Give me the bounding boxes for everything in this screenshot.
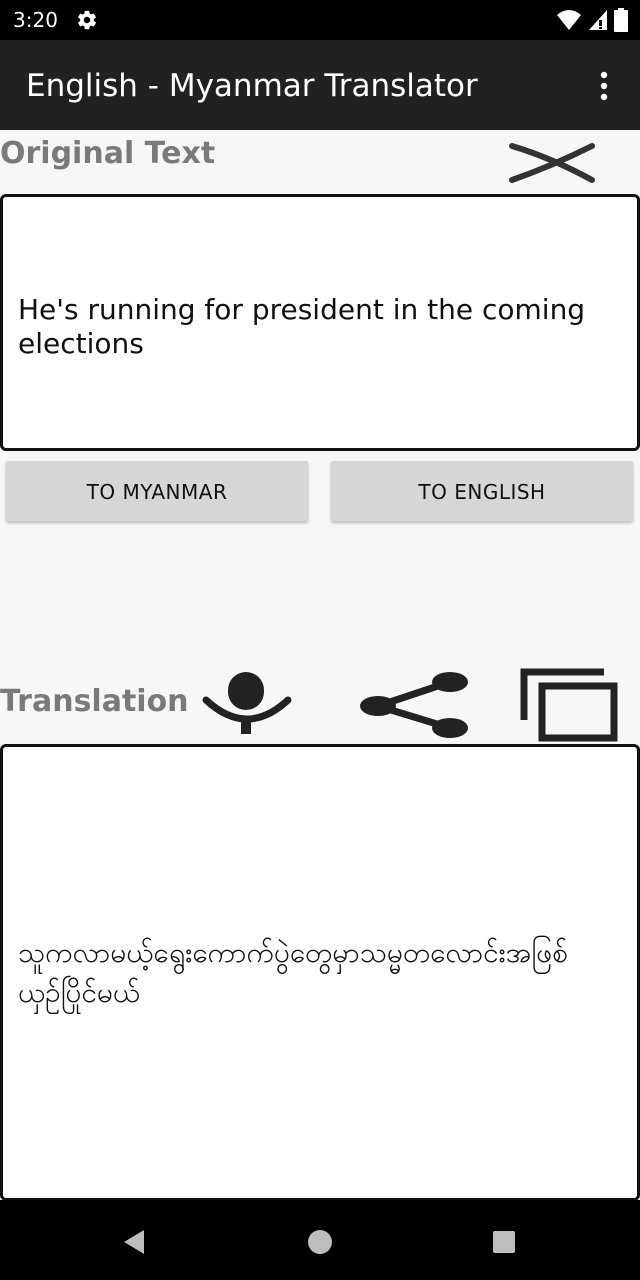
recents-icon[interactable] <box>490 1228 518 1256</box>
status-time: 3:20 <box>13 8 58 32</box>
back-icon[interactable] <box>120 1228 148 1256</box>
to-myanmar-button[interactable]: TO MYANMAR <box>6 461 308 521</box>
to-english-button[interactable]: TO ENGLISH <box>331 461 633 521</box>
app-title: English - Myanmar Translator <box>26 68 478 104</box>
translation-label: Translation <box>0 684 189 719</box>
status-icons <box>556 8 628 32</box>
microphone-icon[interactable] <box>202 670 292 736</box>
close-icon[interactable] <box>508 138 596 186</box>
original-text-value: He's running for president in the coming… <box>18 293 586 360</box>
original-text-label: Original Text <box>0 136 216 171</box>
translation-value: သူကလာမယ့်ရွေးကောက်ပွဲတွေမှာသမ္မတလောင်းအဖ… <box>18 936 568 1009</box>
battery-icon <box>614 8 628 32</box>
wifi-icon <box>556 10 581 30</box>
copy-icon[interactable] <box>518 666 620 744</box>
translation-output[interactable]: သူကလာမယ့်ရွေးကောက်ပွဲတွေမှာသမ္မတလောင်းအဖ… <box>0 744 640 1201</box>
home-icon[interactable] <box>306 1228 334 1256</box>
gear-icon <box>78 10 96 30</box>
more-vert-icon[interactable] <box>592 70 616 102</box>
app-bar: English - Myanmar Translator <box>0 40 640 130</box>
navigation-bar <box>0 1200 640 1280</box>
original-text-input[interactable]: He's running for president in the coming… <box>0 194 640 451</box>
signal-icon <box>588 10 607 30</box>
share-icon[interactable] <box>358 670 470 740</box>
status-bar: 3:20 <box>0 0 640 40</box>
